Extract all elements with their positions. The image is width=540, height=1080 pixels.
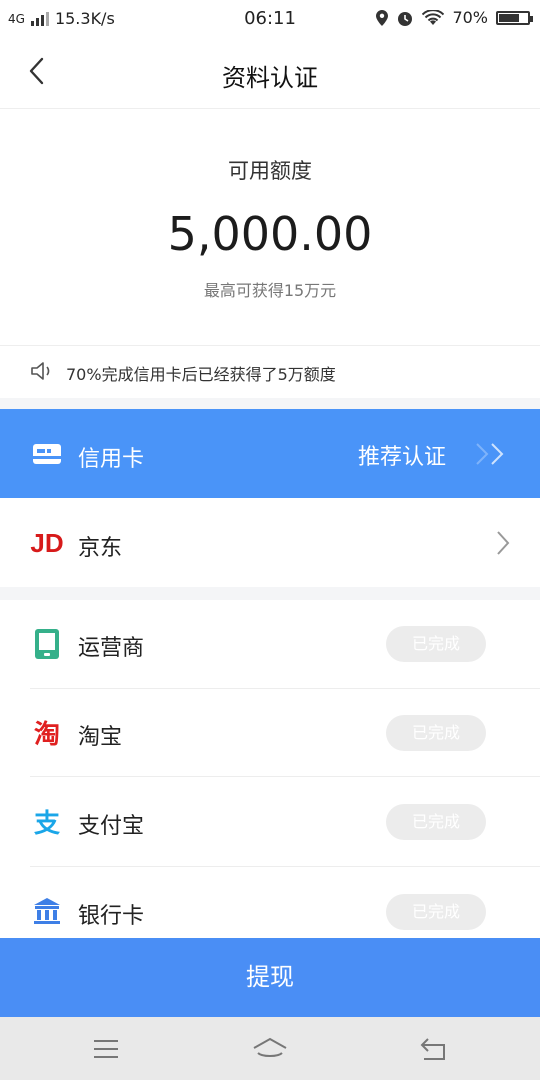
alipay-logo-text: 支 <box>33 808 60 839</box>
taobao-logo-icon: 淘 <box>30 715 64 750</box>
status-bar: 4G 15.3K/s 06:11 70% <box>0 0 540 36</box>
taobao-logo-text: 淘 <box>33 719 60 750</box>
jd-label: 京东 <box>78 536 123 561</box>
credit-card-label: 信用卡 <box>78 447 145 472</box>
notice-bar: 70%完成信用卡后已经获得了5万额度 <box>0 345 540 398</box>
list-item-credit-card[interactable]: 信用卡 推荐认证 <box>0 409 540 498</box>
credit-summary: 可用额度 5,000.00 最高可获得15万元 <box>0 109 540 345</box>
status-right: 70% <box>376 8 533 27</box>
battery-percent: 70% <box>452 8 488 27</box>
credit-label: 可用额度 <box>228 159 312 183</box>
menu-icon[interactable] <box>86 1035 126 1063</box>
battery-icon <box>496 10 533 25</box>
credit-card-icon <box>30 437 64 471</box>
double-chevron-right-icon <box>476 443 504 465</box>
location-icon <box>376 9 389 26</box>
alarm-icon <box>398 11 413 26</box>
carrier-label: 运营商 <box>78 636 145 661</box>
alipay-label: 支付宝 <box>78 814 145 839</box>
divider <box>30 688 540 689</box>
carrier-phone-icon <box>30 627 64 661</box>
jd-logo-icon: JD <box>30 526 64 560</box>
withdraw-button[interactable]: 提现 <box>0 938 540 1017</box>
back-icon[interactable] <box>414 1035 454 1063</box>
speaker-icon <box>31 362 50 380</box>
completed-items: 运营商 已完成 淘 淘宝 已完成 支 支付宝 已完成 银行卡 已完成 <box>0 600 540 938</box>
jd-logo-text: JD <box>30 527 64 558</box>
divider <box>30 866 540 867</box>
page-title: 资料认证 <box>222 64 318 92</box>
alipay-logo-icon: 支 <box>30 804 64 839</box>
bank-icon <box>30 894 64 928</box>
recommend-auth-label: 推荐认证 <box>357 445 446 470</box>
taobao-status-badge: 已完成 <box>386 715 486 751</box>
header: 资料认证 <box>0 36 540 109</box>
divider <box>30 776 540 777</box>
alipay-status-badge: 已完成 <box>386 804 486 840</box>
bank-label: 银行卡 <box>78 904 145 929</box>
credit-subtitle: 最高可获得15万元 <box>203 281 337 300</box>
list-item-jd[interactable]: JD 京东 <box>0 498 540 587</box>
bank-status-badge: 已完成 <box>386 894 486 930</box>
credit-amount: 5,000.00 <box>167 207 373 261</box>
wifi-icon <box>422 9 445 25</box>
carrier-status-badge: 已完成 <box>386 626 486 662</box>
taobao-label: 淘宝 <box>78 725 123 750</box>
home-icon[interactable] <box>250 1035 290 1063</box>
system-nav-bar <box>0 1017 540 1080</box>
chevron-right-icon <box>497 531 510 555</box>
notice-text: 70%完成信用卡后已经获得了5万额度 <box>66 365 336 384</box>
